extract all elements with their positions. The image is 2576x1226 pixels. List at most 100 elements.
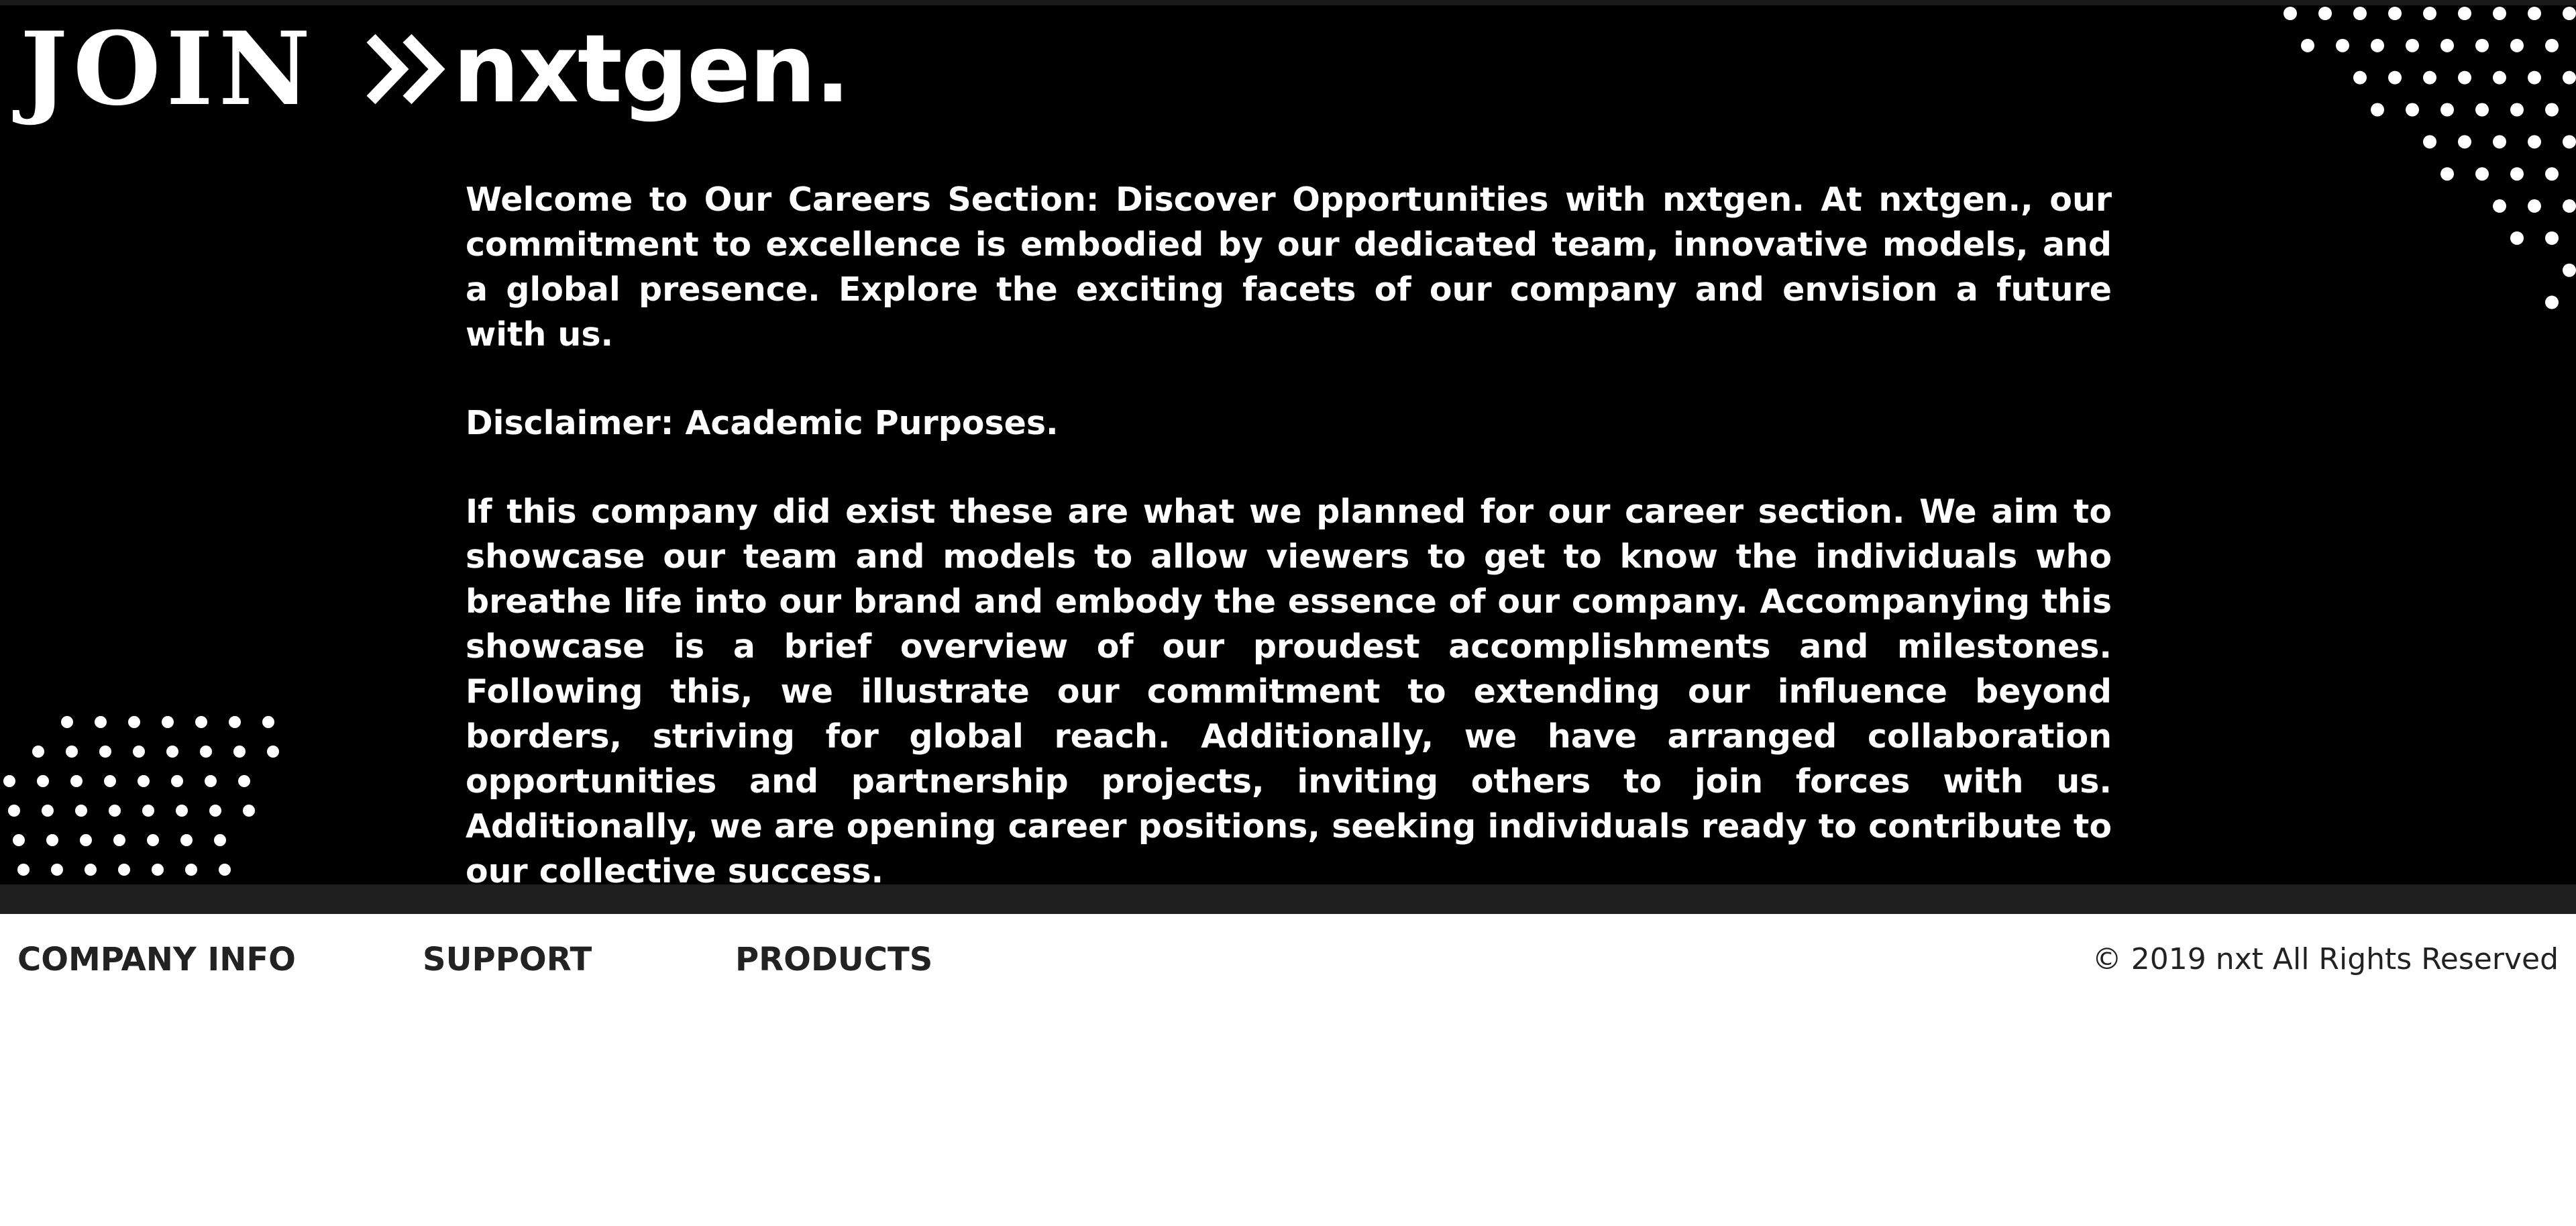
logo-brand-text: nxtgen. [452, 14, 851, 124]
decorative-dot [200, 746, 212, 758]
decorative-dot [95, 716, 107, 728]
decorative-dot [2284, 7, 2297, 20]
decorative-dot [176, 805, 188, 817]
decorative-dot [80, 834, 92, 846]
decorative-dot [2545, 103, 2559, 117]
decorative-dot [2423, 70, 2436, 85]
decorative-dot [2458, 70, 2471, 85]
careers-page: JOIN nxtgen. Welcome to Our Careers Sect… [0, 0, 2576, 1226]
decorative-dot [2423, 7, 2436, 20]
footer-link-products[interactable]: PRODUCTS [735, 941, 932, 978]
decorative-dot [171, 775, 183, 787]
decorative-dot [133, 746, 145, 758]
decorative-dot [2406, 38, 2419, 52]
decorative-dot [2493, 70, 2506, 85]
decorative-dot [2475, 167, 2489, 181]
decorative-dot [13, 834, 25, 846]
decorative-dot [2528, 135, 2541, 149]
decorative-dot [46, 834, 58, 846]
decorative-dot [2563, 199, 2576, 213]
decorative-dot [2510, 103, 2524, 117]
decorative-dot [2510, 38, 2524, 52]
intro-paragraph: Welcome to Our Careers Section: Discover… [466, 181, 2112, 354]
decorative-dot [66, 746, 78, 758]
decorative-dot [2371, 103, 2384, 117]
decorative-dot [51, 864, 63, 876]
decorative-dot [2493, 135, 2506, 149]
decorative-dot [128, 716, 140, 728]
decorative-dot [2510, 231, 2524, 245]
decorative-dot [185, 864, 197, 876]
decorative-dot [142, 805, 154, 817]
decorative-dot [2475, 103, 2489, 117]
decorative-dot [85, 864, 97, 876]
decorative-dot [2423, 135, 2436, 149]
site-footer: COMPANY INFO SUPPORT PRODUCTS © 2019 nxt… [0, 914, 2576, 1005]
decorative-dot [2545, 295, 2559, 309]
decorative-dot [2458, 135, 2471, 149]
decorative-dot [2301, 38, 2314, 52]
decorative-dot [209, 805, 221, 817]
footer-link-support[interactable]: SUPPORT [423, 941, 592, 978]
decorative-dot [138, 775, 150, 787]
decorative-dot [2440, 38, 2454, 52]
decorative-dot [104, 775, 116, 787]
decorative-dot [2388, 7, 2402, 20]
decorative-dot [2353, 7, 2367, 20]
decorative-dot [2563, 7, 2576, 20]
decorative-dot [2493, 7, 2506, 20]
logo-join-text: JOIN [20, 10, 316, 128]
decorative-dot [162, 716, 174, 728]
decorative-dot [214, 834, 226, 846]
decorative-dot [118, 864, 130, 876]
decorative-dot [205, 775, 217, 787]
dot-pattern-top-right [2284, 7, 2576, 309]
decorative-dot [3, 775, 15, 787]
decorative-dot [2353, 70, 2367, 85]
decorative-dot [32, 746, 44, 758]
decorative-dot [152, 864, 164, 876]
decorative-dot [180, 834, 193, 846]
decorative-dot [2493, 199, 2506, 213]
decorative-dot [2510, 167, 2524, 181]
footer-link-company-info[interactable]: COMPANY INFO [17, 941, 296, 978]
decorative-dot [17, 864, 30, 876]
decorative-dot [2475, 38, 2489, 52]
double-chevron-right-icon [366, 34, 445, 105]
decorative-dot [113, 834, 125, 846]
decorative-dot [233, 746, 246, 758]
decorative-dot [42, 805, 54, 817]
decorative-dot [166, 746, 178, 758]
careers-hero: JOIN nxtgen. Welcome to Our Careers Sect… [0, 0, 2576, 884]
decorative-dot [2563, 70, 2576, 85]
decorative-dot [243, 805, 255, 817]
dot-pattern-bottom-left [3, 716, 279, 876]
decorative-dot [195, 716, 207, 728]
decorative-dot [2528, 7, 2541, 20]
decorative-dot [61, 716, 73, 728]
decorative-dot [2406, 103, 2419, 117]
decorative-dot [2545, 38, 2559, 52]
decorative-dot [2371, 38, 2384, 52]
footer-copyright: © 2019 nxt All Rights Reserved [2092, 942, 2559, 976]
decorative-dot [75, 805, 87, 817]
decorative-dot [109, 805, 121, 817]
decorative-dot [2545, 231, 2559, 245]
decorative-dot [2563, 263, 2576, 277]
decorative-dot [238, 775, 250, 787]
disclaimer-text: Disclaimer: Academic Purposes. [466, 404, 1059, 442]
decorative-dot [37, 775, 49, 787]
decorative-dot [2563, 135, 2576, 149]
decorative-dot [262, 716, 274, 728]
decorative-dot [147, 834, 159, 846]
decorative-dot [70, 775, 83, 787]
decorative-dot [2318, 7, 2332, 20]
decorative-dot [99, 746, 111, 758]
decorative-dot [2440, 167, 2454, 181]
decorative-dot [2336, 38, 2349, 52]
body-paragraph: If this company did exist these are what… [466, 493, 2112, 884]
hero-bottom-divider [0, 884, 2576, 914]
decorative-dot [2528, 70, 2541, 85]
decorative-dot [2440, 103, 2454, 117]
decorative-dot [219, 864, 231, 876]
